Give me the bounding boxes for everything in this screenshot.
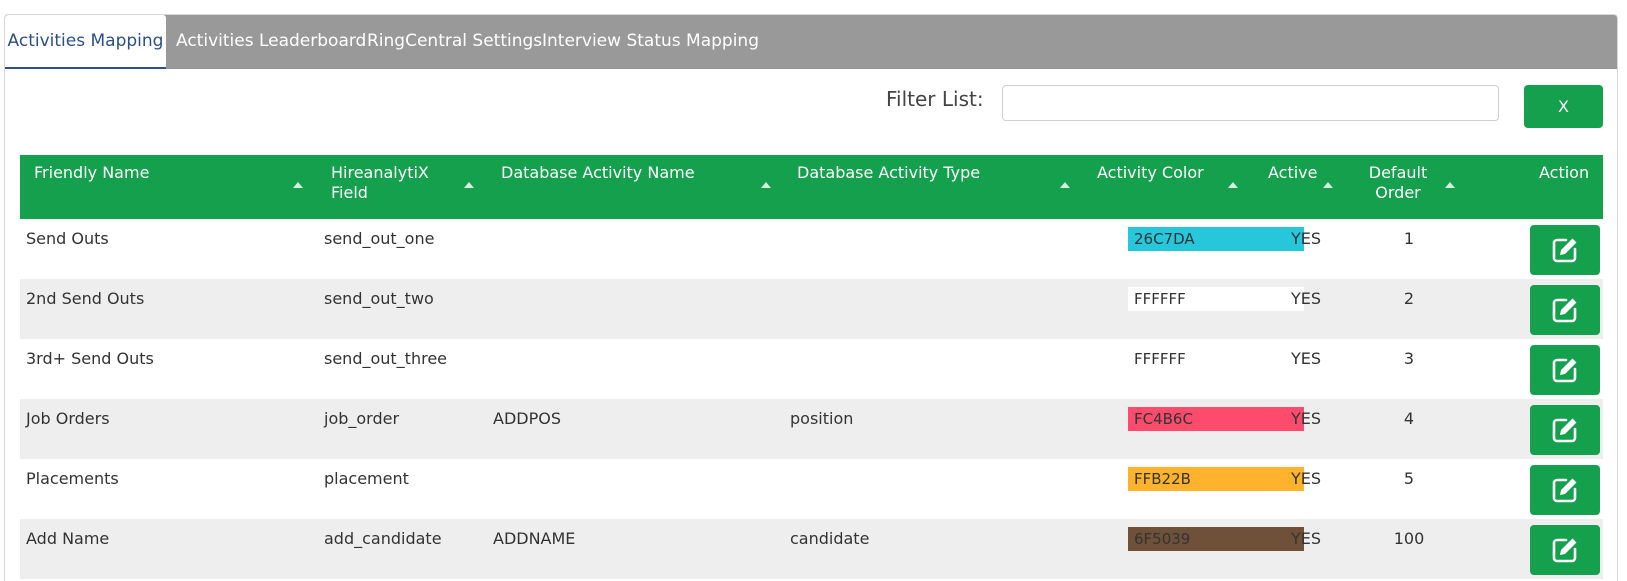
header-action: Action <box>1539 163 1590 182</box>
cell-default-order: 3 <box>1403 349 1415 368</box>
cell-hireanalytix-field: placement <box>324 469 409 488</box>
cell-default-order: 2 <box>1403 289 1415 308</box>
filter-label: Filter List: <box>886 87 984 111</box>
activities-settings-panel: Activities Mapping Activities Leaderboar… <box>4 14 1618 581</box>
sort-icon[interactable] <box>1323 182 1333 188</box>
edit-button[interactable] <box>1530 285 1600 335</box>
cell-db-activity-type: candidate <box>790 529 870 548</box>
sort-icon[interactable] <box>761 182 771 188</box>
cell-friendly-name: Send Outs <box>26 229 109 248</box>
tab-bar: Activities Mapping Activities Leaderboar… <box>5 15 1617 69</box>
header-friendly-name[interactable]: Friendly Name <box>34 163 149 183</box>
tab-activities-leaderboard[interactable]: Activities Leaderboard <box>176 15 366 69</box>
cell-hireanalytix-field: send_out_three <box>324 349 448 368</box>
cell-hireanalytix-field: job_order <box>324 409 400 428</box>
table-row: Send Outs send_out_one 26C7DA YES 1 <box>20 219 1603 279</box>
cell-active: YES <box>1290 409 1322 428</box>
sort-icon[interactable] <box>1228 182 1238 188</box>
cell-active: YES <box>1290 229 1322 248</box>
header-hireanalytix-field[interactable]: HireanalytiX Field <box>331 163 429 203</box>
edit-button[interactable] <box>1530 345 1600 395</box>
tab-ringcentral-settings[interactable]: RingCentral Settings <box>367 15 542 69</box>
cell-active: YES <box>1290 349 1322 368</box>
table-row: 2nd Send Outs send_out_two FFFFFF YES 2 <box>20 279 1603 339</box>
table-row: Add Name add_candidate ADDNAME candidate… <box>20 519 1603 579</box>
activities-table: Friendly Name HireanalytiX Field Databas… <box>20 155 1603 579</box>
sort-icon[interactable] <box>293 182 303 188</box>
table-row: 3rd+ Send Outs send_out_three FFFFFF YES… <box>20 339 1603 399</box>
header-order-line1: Default <box>1368 163 1428 182</box>
header-db-activity-name[interactable]: Database Activity Name <box>501 163 695 183</box>
cell-friendly-name: 2nd Send Outs <box>26 289 145 308</box>
cell-hireanalytix-field: send_out_two <box>324 289 434 308</box>
header-order-line2: Order <box>1375 183 1421 202</box>
pencil-square-icon <box>1552 478 1577 503</box>
table-row: Job Orders job_order ADDPOS position FC4… <box>20 399 1603 459</box>
cell-db-activity-type: position <box>790 409 854 428</box>
cell-db-activity-name: ADDNAME <box>493 529 576 548</box>
table-row: Placements placement FFB22B YES 5 <box>20 459 1603 519</box>
pencil-square-icon <box>1552 358 1577 383</box>
pencil-square-icon <box>1552 538 1577 563</box>
header-field-line2: Field <box>331 183 368 202</box>
sort-icon[interactable] <box>1060 182 1070 188</box>
cell-active: YES <box>1290 529 1322 548</box>
header-default-order[interactable]: Default Order <box>1368 163 1428 203</box>
sort-icon[interactable] <box>464 182 474 188</box>
cell-default-order: 1 <box>1403 229 1415 248</box>
header-db-activity-type[interactable]: Database Activity Type <box>797 163 980 183</box>
tab-interview-status-mapping[interactable]: Interview Status Mapping <box>542 15 759 69</box>
edit-button[interactable] <box>1530 225 1600 275</box>
filter-input[interactable] <box>1002 85 1499 121</box>
clear-filter-button[interactable]: X <box>1524 85 1603 128</box>
pencil-square-icon <box>1552 298 1577 323</box>
cell-friendly-name: 3rd+ Send Outs <box>26 349 154 368</box>
table-header: Friendly Name HireanalytiX Field Databas… <box>20 155 1603 219</box>
pencil-square-icon <box>1552 238 1577 263</box>
cell-active: YES <box>1290 469 1322 488</box>
tab-activities-mapping[interactable]: Activities Mapping <box>5 15 166 69</box>
edit-button[interactable] <box>1530 465 1600 515</box>
cell-default-order: 4 <box>1403 409 1415 428</box>
cell-hireanalytix-field: send_out_one <box>324 229 435 248</box>
cell-friendly-name: Job Orders <box>26 409 110 428</box>
header-activity-color[interactable]: Activity Color <box>1097 163 1204 183</box>
cell-friendly-name: Placements <box>26 469 119 488</box>
cell-db-activity-name: ADDPOS <box>493 409 561 428</box>
header-active[interactable]: Active <box>1268 163 1318 183</box>
cell-hireanalytix-field: add_candidate <box>324 529 442 548</box>
cell-default-order: 5 <box>1403 469 1415 488</box>
pencil-square-icon <box>1552 418 1577 443</box>
cell-friendly-name: Add Name <box>26 529 110 548</box>
cell-default-order: 100 <box>1393 529 1425 548</box>
edit-button[interactable] <box>1530 405 1600 455</box>
header-field-line1: HireanalytiX <box>331 163 429 182</box>
edit-button[interactable] <box>1530 525 1600 575</box>
table-body: Send Outs send_out_one 26C7DA YES 1 2nd … <box>20 219 1603 579</box>
cell-active: YES <box>1290 289 1322 308</box>
sort-icon[interactable] <box>1445 182 1455 188</box>
